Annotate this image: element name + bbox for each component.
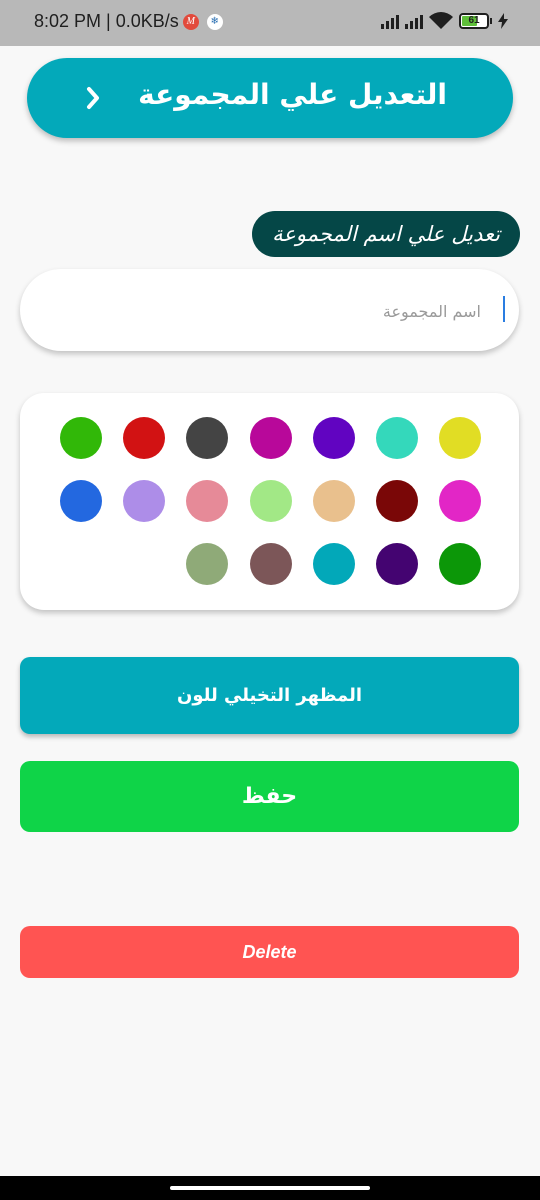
mail-notification-icon: M: [182, 13, 199, 30]
color-swatch[interactable]: [60, 417, 102, 459]
navigation-bar: [0, 1176, 540, 1200]
group-name-field[interactable]: [20, 269, 519, 351]
color-swatch[interactable]: [313, 417, 355, 459]
app-header: التعديل علي المجموعة: [27, 58, 513, 138]
color-swatch[interactable]: [123, 480, 165, 522]
color-swatch[interactable]: [376, 480, 418, 522]
snowflake-notification-icon: ❄: [206, 13, 223, 30]
wifi-icon: [429, 12, 453, 29]
color-swatch[interactable]: [439, 543, 481, 585]
color-preview-button[interactable]: المظهر التخيلي للون: [20, 657, 519, 734]
color-swatch[interactable]: [60, 480, 102, 522]
battery-level: 61: [468, 15, 480, 26]
color-swatch[interactable]: [250, 480, 292, 522]
color-swatch[interactable]: [186, 480, 228, 522]
color-swatch[interactable]: [186, 417, 228, 459]
home-indicator[interactable]: [170, 1186, 370, 1190]
page-title: التعديل علي المجموعة: [138, 78, 447, 111]
color-swatch[interactable]: [376, 417, 418, 459]
group-name-section-label: تعديل علي اسم المجموعة: [252, 211, 520, 257]
color-swatch[interactable]: [186, 543, 228, 585]
delete-button[interactable]: Delete: [20, 926, 519, 978]
color-swatch[interactable]: [439, 417, 481, 459]
battery-icon: 61: [459, 13, 489, 29]
color-swatch[interactable]: [313, 543, 355, 585]
color-swatch[interactable]: [376, 543, 418, 585]
status-bar: 8:02 PM | 0.0KB/s M ❄ 61: [0, 0, 540, 46]
group-name-input[interactable]: [50, 285, 483, 337]
signal-icon: [381, 13, 399, 29]
text-cursor: [503, 296, 505, 322]
color-swatch[interactable]: [250, 417, 292, 459]
battery-tip: [490, 18, 492, 24]
charging-icon: [498, 13, 508, 29]
chevron-right-icon[interactable]: [79, 80, 109, 116]
status-right: 61: [381, 12, 508, 30]
color-swatch[interactable]: [250, 543, 292, 585]
color-swatch[interactable]: [439, 480, 481, 522]
signal-icon-2: [405, 13, 423, 29]
status-time-speed: 8:02 PM | 0.0KB/s: [34, 11, 179, 31]
color-swatch[interactable]: [313, 480, 355, 522]
status-left: 8:02 PM | 0.0KB/s M ❄: [34, 11, 223, 32]
color-swatch[interactable]: [123, 417, 165, 459]
color-picker: [20, 393, 519, 610]
save-button[interactable]: حفظ: [20, 761, 519, 832]
